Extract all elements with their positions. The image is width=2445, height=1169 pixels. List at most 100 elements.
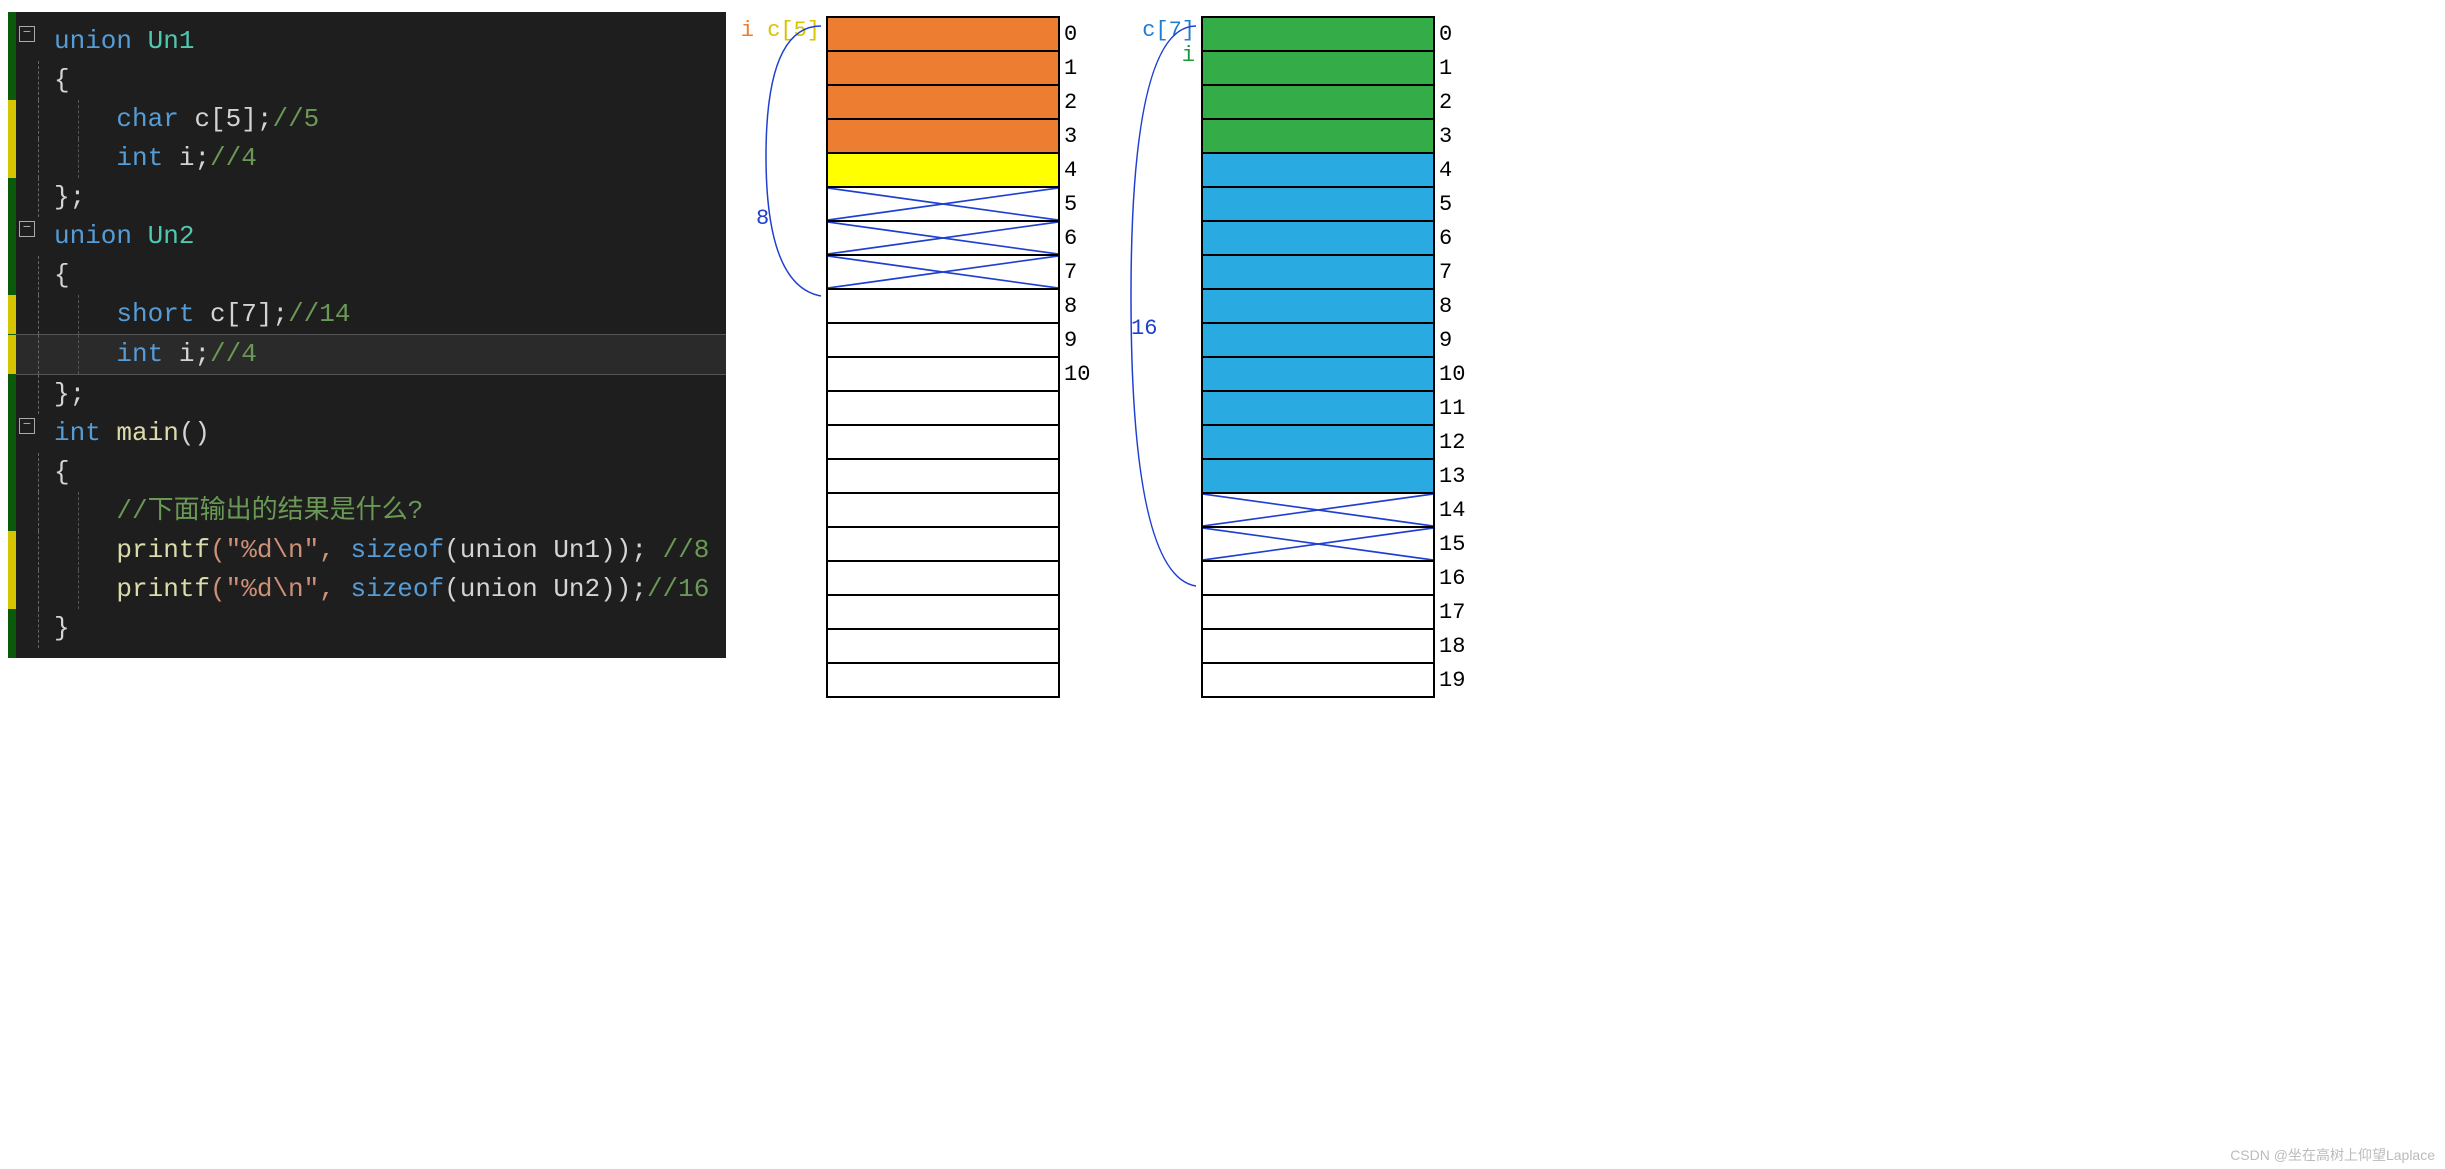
memory-cell [827,595,1059,629]
memory-cell [1202,255,1434,289]
memory-index: 19 [1434,663,1475,697]
code-line: short c[7];//14 [16,295,726,334]
memory-cell [827,323,1059,357]
comment: //5 [272,104,319,134]
memory-index [1059,527,1100,561]
memory-cell [1202,527,1434,561]
memory-index: 6 [1434,221,1475,255]
fold-icon[interactable]: − [19,418,35,434]
memory-cell [827,187,1059,221]
decl-i: i; [163,143,210,173]
decl-i: i; [163,339,210,369]
code-line: −union Un2 [16,217,726,256]
code-line: { [16,61,726,100]
memory-cell [827,527,1059,561]
memory-cell [827,391,1059,425]
type-un1: Un1 [132,26,194,56]
memory-cell [1202,221,1434,255]
memory-cell [827,425,1059,459]
memory-index: 2 [1059,85,1100,119]
memory-index: 7 [1059,255,1100,289]
memory-cell [1202,153,1434,187]
memory-table: 012345678910 [826,16,1101,698]
code-line: } [16,609,726,648]
brace: }; [54,182,85,212]
memory-cell [827,561,1059,595]
memory-index [1059,663,1100,697]
memory-index: 2 [1434,85,1475,119]
arg: (union Un2)); [444,574,647,604]
code-line: − int main() [16,414,726,453]
memory-index: 1 [1059,51,1100,85]
memory-index: 5 [1059,187,1100,221]
memory-index: 9 [1059,323,1100,357]
memory-cell [1202,85,1434,119]
memory-index [1059,425,1100,459]
memory-index [1059,629,1100,663]
memory-index: 9 [1434,323,1475,357]
paren: () [179,418,210,448]
decl-c7: c[7]; [194,299,288,329]
keyword-int: int [116,143,163,173]
comment: //下面输出的结果是什么? [116,496,423,526]
memory-index: 5 [1434,187,1475,221]
memory-index [1059,493,1100,527]
size-label-8: 8 [756,206,769,231]
code-line: }; [16,375,726,414]
fold-icon[interactable]: − [19,221,35,237]
keyword-int: int [54,418,101,448]
brace-curve-icon [1111,16,1201,596]
memory-cell [827,153,1059,187]
code-line: //下面输出的结果是什么? [16,492,726,531]
code-line: }; [16,178,726,217]
memory-index: 4 [1434,153,1475,187]
brace-curve-icon [746,16,826,306]
memory-index: 10 [1059,357,1100,391]
memory-index: 11 [1434,391,1475,425]
func-printf: printf [116,574,210,604]
memory-index [1059,459,1100,493]
memory-cell [827,493,1059,527]
code-line: int i;//4 [16,139,726,178]
memory-index: 3 [1434,119,1475,153]
memory-cell [827,51,1059,85]
memory-cell [1202,663,1434,697]
code-line: −union Un1 [16,22,726,61]
memory-index: 3 [1059,119,1100,153]
watermark: CSDN @坐在高树上仰望Laplace [2230,1145,2435,1165]
keyword-sizeof: sizeof [350,574,444,604]
memory-table: 012345678910111213141516171819 [1201,16,1476,698]
memory-cell [1202,493,1434,527]
memory-diagram-un1: i c[5] 8 012345678910 [826,16,1101,698]
string: ("%d\n", [210,535,350,565]
fold-icon[interactable]: − [19,26,35,42]
comment: //4 [210,143,257,173]
memory-diagram-un2: c[7] i 16 012345678910111213141516171819 [1201,16,1476,698]
comment: //14 [288,299,350,329]
brace: }; [54,379,85,409]
memory-index: 12 [1434,425,1475,459]
memory-cell [1202,17,1434,51]
code-line-highlighted: int i;//4 [16,334,726,375]
arg: (union Un1)); [444,535,662,565]
memory-index: 4 [1059,153,1100,187]
memory-index: 16 [1434,561,1475,595]
memory-cell [827,221,1059,255]
func-main: main [101,418,179,448]
memory-cell [827,119,1059,153]
func-printf: printf [116,535,210,565]
brace: { [54,65,70,95]
comment: //16 [647,574,709,604]
memory-cell [1202,323,1434,357]
memory-cell [827,459,1059,493]
type-un2: Un2 [132,221,194,251]
memory-index: 14 [1434,493,1475,527]
keyword-char: char [116,104,178,134]
comment: //8 [663,535,710,565]
keyword-sizeof: sizeof [350,535,444,565]
brace: { [54,260,70,290]
memory-index [1059,595,1100,629]
memory-cell [827,17,1059,51]
size-label-16: 16 [1131,316,1157,341]
memory-cell [1202,289,1434,323]
